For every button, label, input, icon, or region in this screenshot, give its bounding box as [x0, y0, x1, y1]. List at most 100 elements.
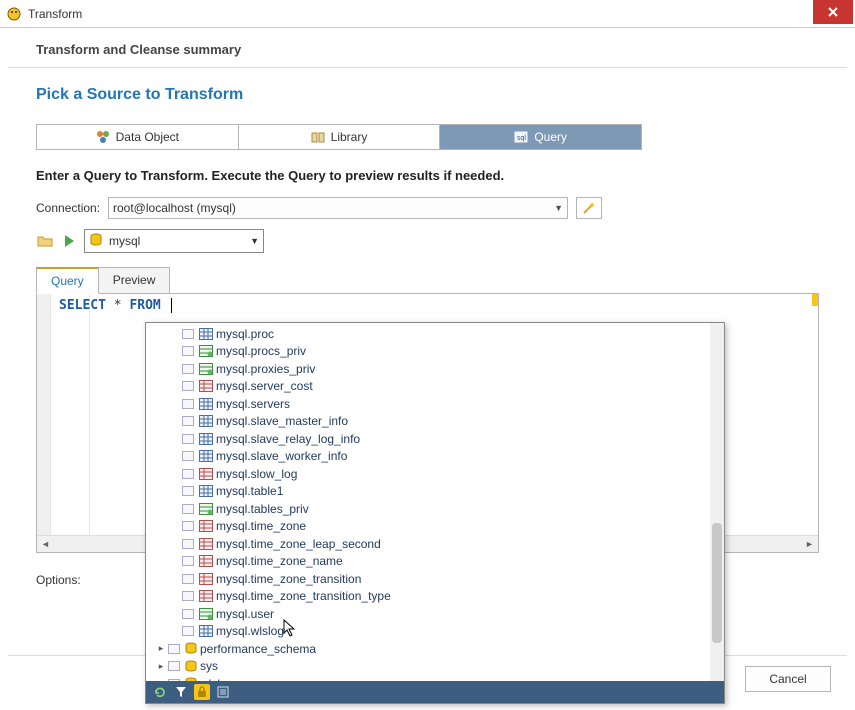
item-bullet-icon: [182, 451, 194, 461]
item-bullet-icon: [168, 679, 180, 681]
connection-wizard-button[interactable]: [576, 197, 602, 219]
connection-select[interactable]: root@localhost (mysql) ▼: [108, 197, 568, 219]
run-button[interactable]: [60, 232, 78, 250]
tab-data-object-label: Data Object: [116, 130, 179, 144]
autocomplete-item-label: mysql.time_zone_leap_second: [216, 537, 381, 551]
expand-icon[interactable]: ▸: [156, 661, 166, 672]
inner-tab-query[interactable]: Query: [36, 267, 99, 294]
autocomplete-item[interactable]: mysql.tables_priv: [150, 500, 710, 518]
popup-scrollbar[interactable]: [710, 323, 724, 681]
popup-toolbar: [146, 681, 724, 703]
inner-tab-preview[interactable]: Preview: [98, 267, 171, 294]
popup-lock-button[interactable]: [194, 684, 210, 700]
autocomplete-item[interactable]: mysql.slave_relay_log_info: [150, 430, 710, 448]
editor-ruler: [89, 294, 90, 535]
item-bullet-icon: [182, 399, 194, 409]
cancel-button[interactable]: Cancel: [745, 666, 831, 692]
popup-refresh-button[interactable]: [150, 683, 168, 701]
autocomplete-item[interactable]: mysql.user: [150, 605, 710, 623]
autocomplete-item[interactable]: mysql.time_zone_transition_type: [150, 588, 710, 606]
app-icon: [6, 6, 22, 22]
autocomplete-item[interactable]: mysql.servers: [150, 395, 710, 413]
autocomplete-item[interactable]: mysql.time_zone_transition: [150, 570, 710, 588]
popup-scrollbar-thumb[interactable]: [712, 523, 722, 643]
autocomplete-item[interactable]: mysql.proc: [150, 325, 710, 343]
popup-filter-button[interactable]: [172, 683, 190, 701]
autocomplete-item-label: performance_schema: [200, 642, 316, 656]
table-icon: [198, 363, 214, 375]
autocomplete-item[interactable]: mysql.server_cost: [150, 378, 710, 396]
table-icon: [198, 345, 214, 357]
query-icon: sql: [514, 130, 528, 144]
table-icon: [198, 503, 214, 515]
autocomplete-item[interactable]: mysql.slow_log: [150, 465, 710, 483]
tab-data-object[interactable]: Data Object: [37, 125, 239, 149]
database-icon: [184, 643, 198, 655]
autocomplete-item[interactable]: mysql.proxies_priv: [150, 360, 710, 378]
instruction-text: Enter a Query to Transform. Execute the …: [36, 168, 819, 183]
table-icon: [198, 450, 214, 462]
chevron-down-icon: ▼: [554, 203, 563, 213]
expand-icon[interactable]: ▸: [156, 678, 166, 681]
item-bullet-icon: [182, 346, 194, 356]
autocomplete-item[interactable]: mysql.time_zone_leap_second: [150, 535, 710, 553]
autocomplete-item[interactable]: mysql.wlslog: [150, 623, 710, 641]
item-bullet-icon: [182, 574, 194, 584]
open-folder-button[interactable]: [36, 232, 54, 250]
table-icon: [198, 625, 214, 637]
popup-settings-button[interactable]: [214, 683, 232, 701]
expand-icon[interactable]: ▸: [156, 643, 166, 654]
table-icon: [198, 608, 214, 620]
item-bullet-icon: [182, 381, 194, 391]
autocomplete-item[interactable]: mysql.slave_worker_info: [150, 448, 710, 466]
scroll-left-icon[interactable]: ◄: [37, 536, 54, 553]
autocomplete-item[interactable]: mysql.slave_master_info: [150, 413, 710, 431]
item-bullet-icon: [182, 469, 194, 479]
autocomplete-item-label: mysql.time_zone: [216, 519, 306, 533]
item-bullet-icon: [182, 416, 194, 426]
autocomplete-item[interactable]: mysql.time_zone: [150, 518, 710, 536]
autocomplete-item-label: mysql.proxies_priv: [216, 362, 315, 376]
table-icon: [198, 468, 214, 480]
svg-text:sql: sql: [517, 135, 526, 142]
item-bullet-icon: [182, 329, 194, 339]
table-icon: [198, 415, 214, 427]
autocomplete-item-label: mysql.tables_priv: [216, 502, 309, 516]
autocomplete-schema-item[interactable]: ▸ performance_schema: [150, 640, 710, 658]
table-icon: [198, 520, 214, 532]
item-bullet-icon: [168, 661, 180, 671]
autocomplete-list[interactable]: mysql.procmysql.procs_privmysql.proxies_…: [146, 323, 724, 681]
tab-library[interactable]: Library: [239, 125, 441, 149]
item-bullet-icon: [182, 364, 194, 374]
titlebar: Transform: [0, 0, 855, 28]
autocomplete-schema-item[interactable]: ▸wlslog: [150, 675, 710, 681]
editor-gutter: [37, 294, 51, 535]
autocomplete-item[interactable]: mysql.table1: [150, 483, 710, 501]
table-icon: [198, 538, 214, 550]
table-icon: [198, 433, 214, 445]
connection-label: Connection:: [36, 201, 100, 215]
chevron-down-icon: ▼: [250, 236, 259, 246]
item-bullet-icon: [182, 556, 194, 566]
close-button[interactable]: [813, 0, 853, 24]
source-tabs: Data Object Library sql Query: [36, 124, 642, 150]
autocomplete-item-label: mysql.servers: [216, 397, 290, 411]
autocomplete-schema-item[interactable]: ▸sys: [150, 658, 710, 676]
database-icon: [184, 678, 198, 681]
item-bullet-icon: [182, 591, 194, 601]
data-object-icon: [96, 130, 110, 144]
database-icon: [89, 233, 103, 250]
section-heading: Pick a Source to Transform: [36, 86, 819, 104]
table-icon: [198, 555, 214, 567]
item-bullet-icon: [182, 521, 194, 531]
tab-library-label: Library: [331, 130, 368, 144]
database-select[interactable]: mysql ▼: [84, 229, 264, 253]
autocomplete-item[interactable]: mysql.procs_priv: [150, 343, 710, 361]
tab-query[interactable]: sql Query: [440, 125, 641, 149]
autocomplete-popup: mysql.procmysql.procs_privmysql.proxies_…: [145, 322, 725, 704]
scroll-right-icon[interactable]: ►: [801, 536, 818, 553]
autocomplete-item-label: mysql.wlslog: [216, 624, 284, 638]
table-icon: [198, 398, 214, 410]
autocomplete-item[interactable]: mysql.time_zone_name: [150, 553, 710, 571]
summary-label: Transform and Cleanse summary: [36, 42, 819, 57]
